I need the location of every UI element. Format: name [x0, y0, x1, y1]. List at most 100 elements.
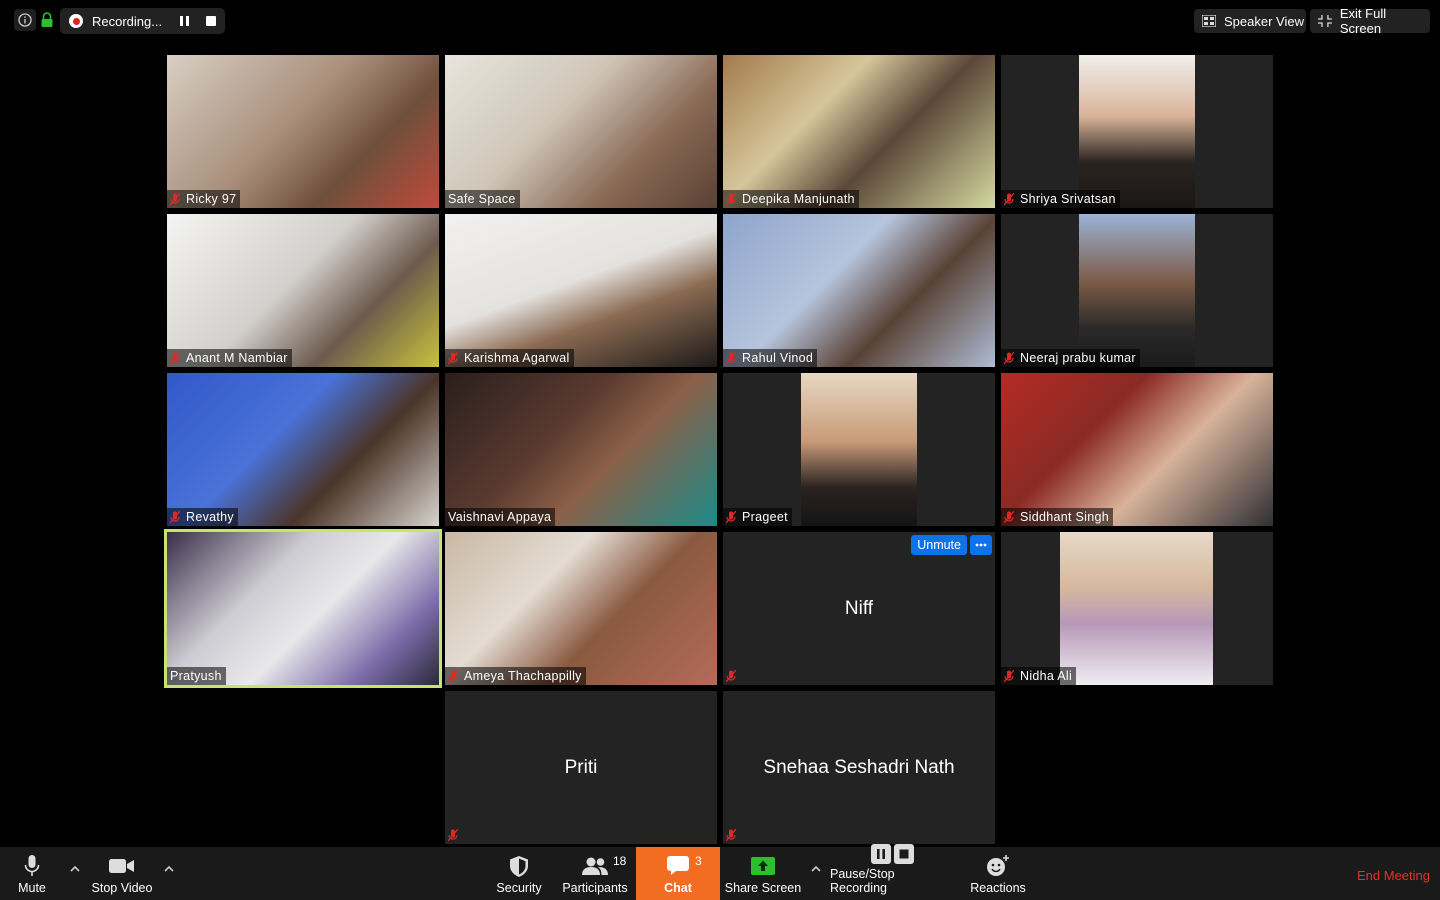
participant-name: Anant M Nambiar: [186, 351, 288, 365]
participant-video: [723, 55, 995, 208]
video-camera-icon: [109, 859, 134, 873]
chat-count-badge: 3: [695, 854, 702, 868]
participant-name: Safe Space: [448, 192, 516, 206]
mute-label: Mute: [18, 881, 46, 895]
share-screen-button[interactable]: Share Screen: [724, 847, 802, 900]
participant-tile[interactable]: Karishma Agarwal: [445, 214, 717, 367]
participant-name-tag: Revathy: [167, 508, 238, 526]
participant-display-name: Priti: [564, 756, 598, 778]
participant-tile[interactable]: Siddhant Singh: [1001, 373, 1273, 526]
participant-name-tag: Deepika Manjunath: [723, 190, 859, 208]
mic-muted-icon: [170, 351, 180, 364]
top-bar: Recording... Speaker View Exit Full Scre…: [0, 0, 1440, 44]
mic-muted-icon: [726, 510, 736, 523]
chat-button[interactable]: Chat: [636, 847, 720, 900]
share-screen-label: Share Screen: [724, 881, 802, 895]
grid-view-icon: [1202, 15, 1216, 27]
participant-name: Deepika Manjunath: [742, 192, 855, 206]
participant-name: Neeraj prabu kumar: [1020, 351, 1136, 365]
encryption-lock-icon: [41, 12, 53, 27]
pause-recording-button[interactable]: [180, 16, 190, 26]
participant-tile[interactable]: Shriya Srivatsan: [1001, 55, 1273, 208]
pause-stop-recording-button[interactable]: Pause/Stop Recording: [830, 844, 954, 900]
participant-video: [1001, 373, 1273, 526]
participant-video: [445, 55, 717, 208]
participant-tile[interactable]: Revathy: [167, 373, 439, 526]
participant-name: Pratyush: [170, 669, 222, 683]
participant-name: Ricky 97: [186, 192, 237, 206]
participant-video: [167, 373, 439, 526]
participant-tile[interactable]: Deepika Manjunath: [723, 55, 995, 208]
meeting-toolbar: Mute Stop Video Security Participants 18…: [0, 844, 1440, 900]
participant-name: Siddhant Singh: [1020, 510, 1109, 524]
participant-name-tag: Ricky 97: [167, 190, 241, 208]
meeting-info-button[interactable]: [14, 9, 36, 31]
participant-name: Rahul Vinod: [742, 351, 814, 365]
participant-tile[interactable]: Neeraj prabu kumar: [1001, 214, 1273, 367]
participant-name: Karishma Agarwal: [464, 351, 570, 365]
active-speaker-tile[interactable]: Pratyush: [164, 529, 442, 688]
participant-name-tag: Rahul Vinod: [723, 349, 818, 367]
participant-name-tag: Safe Space: [445, 190, 520, 208]
participant-tile[interactable]: Ricky 97: [167, 55, 439, 208]
exit-fullscreen-button[interactable]: Exit Full Screen: [1310, 6, 1430, 36]
share-options-chevron-icon[interactable]: [810, 863, 822, 875]
participant-video: [1079, 214, 1195, 367]
reactions-button[interactable]: Reactions: [966, 847, 1030, 900]
pause-stop-recording-label: Pause/Stop Recording: [830, 867, 895, 895]
mic-muted-icon: [448, 669, 458, 682]
mic-muted-icon: [726, 828, 736, 841]
participant-tile[interactable]: Anant M Nambiar: [167, 214, 439, 367]
video-options-chevron-icon[interactable]: [163, 863, 175, 875]
participant-name-tag: Anant M Nambiar: [167, 349, 292, 367]
participant-name: Ameya Thachappilly: [464, 669, 582, 683]
exit-fullscreen-icon: [1318, 15, 1332, 27]
participant-tile[interactable]: Safe Space: [445, 55, 717, 208]
mute-button[interactable]: Mute: [10, 847, 54, 900]
participant-name-tag: Pratyush: [167, 667, 226, 685]
speaker-view-button[interactable]: Speaker View: [1194, 9, 1306, 33]
unmute-button[interactable]: Unmute: [911, 535, 967, 555]
security-button[interactable]: Security: [492, 847, 546, 900]
more-options-button[interactable]: [970, 535, 992, 555]
more-icon: [975, 543, 987, 547]
participant-name-tag: Nidha Ali: [1001, 667, 1077, 685]
participant-name-tag: Neeraj prabu kumar: [1001, 349, 1140, 367]
participant-tile[interactable]: Prageet: [723, 373, 995, 526]
participant-tile[interactable]: Vaishnavi Appaya: [445, 373, 717, 526]
participant-name: Prageet: [742, 510, 788, 524]
audio-options-chevron-icon[interactable]: [69, 863, 81, 875]
emoji-reaction-icon: [987, 855, 1009, 876]
participant-name-tag: Prageet: [723, 508, 792, 526]
participant-name: Revathy: [186, 510, 234, 524]
end-meeting-button[interactable]: End Meeting: [1357, 868, 1430, 883]
mic-muted-icon: [726, 351, 736, 364]
recording-indicator: Recording...: [60, 8, 225, 34]
stop-video-button[interactable]: Stop Video: [88, 847, 156, 900]
participant-tile[interactable]: Ameya Thachappilly: [445, 532, 717, 685]
participant-name-tag: Shriya Srivatsan: [1001, 190, 1120, 208]
mic-muted-icon: [448, 828, 458, 841]
stop-recording-button[interactable]: [206, 16, 216, 26]
participant-tile[interactable]: Priti: [445, 691, 717, 844]
pause-icon: [870, 844, 891, 864]
participant-video: [801, 373, 917, 526]
speaker-view-label: Speaker View: [1224, 13, 1304, 29]
stop-video-label: Stop Video: [91, 881, 153, 895]
security-label: Security: [496, 881, 542, 895]
participant-name: Vaishnavi Appaya: [448, 510, 552, 524]
participant-video: [723, 214, 995, 367]
record-icon: [69, 14, 83, 28]
participant-tile[interactable]: Snehaa Seshadri Nath: [723, 691, 995, 844]
participant-name-tag: Ameya Thachappilly: [445, 667, 586, 685]
participant-tile[interactable]: Rahul Vinod: [723, 214, 995, 367]
participants-label: Participants: [562, 881, 628, 895]
mic-muted-icon: [726, 669, 736, 682]
participant-name-tag: Karishma Agarwal: [445, 349, 574, 367]
participant-tile[interactable]: Nidha Ali: [1001, 532, 1273, 685]
participant-video: [167, 214, 439, 367]
participant-video: [167, 532, 439, 685]
participant-tile[interactable]: Niff Unmute: [723, 532, 995, 685]
mic-muted-icon: [726, 192, 736, 205]
chat-bubble-icon: [667, 856, 689, 875]
